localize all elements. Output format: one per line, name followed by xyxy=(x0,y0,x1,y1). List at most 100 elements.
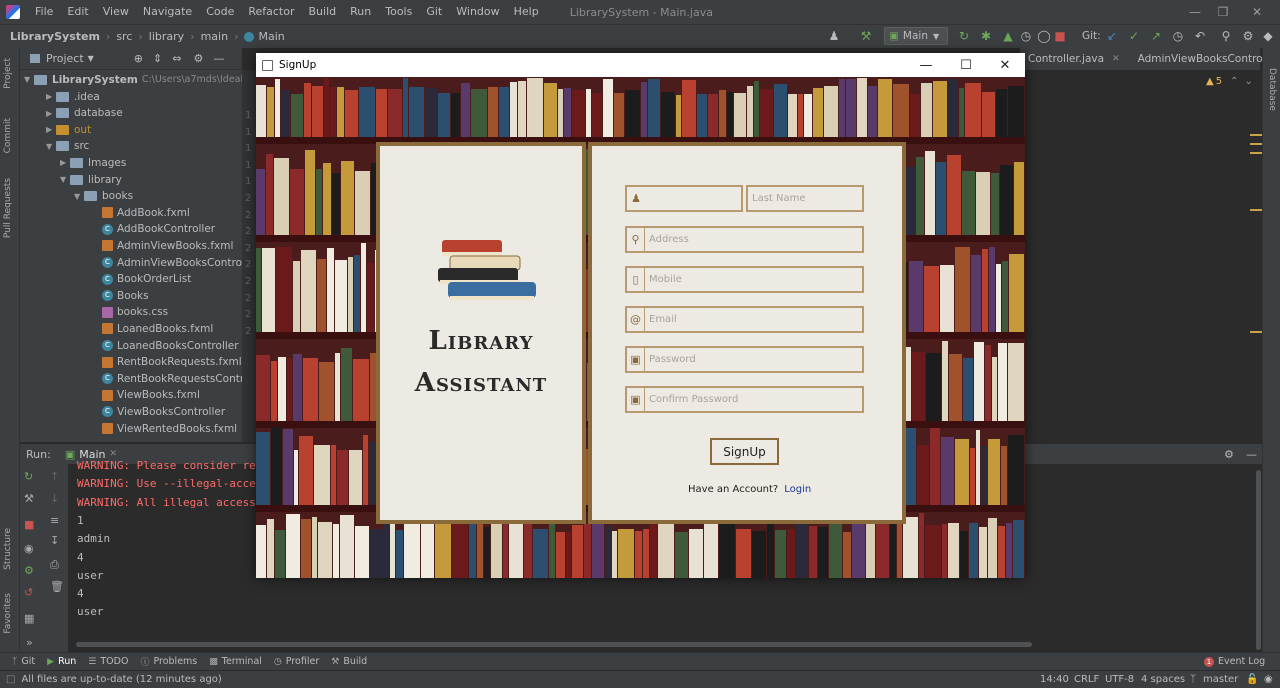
user-icon[interactable]: ♟ xyxy=(826,28,842,44)
camera-icon[interactable]: ◉ xyxy=(24,542,34,555)
tree-item[interactable]: ▼ books xyxy=(74,188,133,205)
stop-icon[interactable]: ■ xyxy=(1052,28,1068,44)
rerun-icon[interactable]: ↻ xyxy=(24,470,33,483)
debug-icon[interactable]: ✱ xyxy=(978,28,994,44)
file-encoding[interactable]: UTF-8 xyxy=(1105,674,1134,685)
status-message[interactable]: All files are up-to-date (12 minutes ago… xyxy=(21,674,221,685)
menu-git[interactable]: Git xyxy=(419,0,449,24)
chevron-up-icon[interactable]: ⌃ xyxy=(1230,76,1238,87)
exit-icon[interactable]: ↺ xyxy=(24,586,33,599)
commit-tool-tab[interactable]: Commit xyxy=(3,118,13,153)
settings-gear-icon[interactable]: ⚙ xyxy=(1224,448,1234,461)
menu-edit[interactable]: Edit xyxy=(60,0,95,24)
hide-panel-icon[interactable]: — xyxy=(1246,448,1257,461)
tree-item[interactable]: C RentBookRequestsController xyxy=(92,370,267,387)
build-hammer-icon[interactable]: ⚒ xyxy=(858,28,874,44)
address-field[interactable]: ⚲ Address xyxy=(625,226,864,253)
collapse-all-icon[interactable]: ⇔ xyxy=(172,52,181,65)
rollback-icon[interactable]: ↶ xyxy=(1192,28,1208,44)
minimize-icon[interactable]: — xyxy=(906,53,946,77)
database-tool-tab[interactable]: Database xyxy=(1267,68,1277,111)
menu-help[interactable]: Help xyxy=(507,0,546,24)
tree-item[interactable]: AdminViewBooks.fxml xyxy=(92,237,233,254)
tree-item[interactable]: C BookOrderList xyxy=(92,271,191,288)
breadcrumb-library[interactable]: library xyxy=(149,30,184,43)
wrench-icon[interactable]: ⚒ xyxy=(24,492,34,505)
tree-item[interactable]: books.css xyxy=(92,304,168,321)
tab-terminal[interactable]: ▩ Terminal xyxy=(209,656,262,667)
soft-wrap-icon[interactable]: ≡ xyxy=(50,514,59,527)
tree-root[interactable]: ▼ LibrarySystem C:\Users\a7mds\IdeaPro..… xyxy=(24,71,264,88)
last-name-field[interactable]: Last Name xyxy=(746,185,864,212)
lock-icon[interactable]: 🔓 xyxy=(1246,674,1258,685)
profile-icon[interactable]: ◷ xyxy=(1018,28,1034,44)
close-icon[interactable]: ✕ xyxy=(1240,0,1274,24)
tab-build[interactable]: ⚒ Build xyxy=(331,656,367,667)
menu-build[interactable]: Build xyxy=(302,0,344,24)
tab-git[interactable]: ᛉ Git xyxy=(12,656,35,667)
menu-tools[interactable]: Tools xyxy=(378,0,419,24)
warnings-indicator[interactable]: ▲ 5 ⌃ ⌄ xyxy=(1206,76,1253,87)
close-icon[interactable]: ✕ xyxy=(985,53,1025,77)
tree-item[interactable]: C AddBookController xyxy=(92,221,215,238)
coverage-icon[interactable]: ▲ xyxy=(1000,28,1016,44)
tree-item[interactable]: ▶ Images xyxy=(60,154,126,171)
structure-tool-tab[interactable]: Structure xyxy=(3,528,13,570)
caret-position[interactable]: 14:40 xyxy=(1040,674,1069,685)
stop-icon[interactable]: ■ xyxy=(24,518,34,531)
signup-button[interactable]: SignUp xyxy=(710,438,779,465)
login-link[interactable]: Login xyxy=(784,484,811,495)
print-icon[interactable]: ⎙ xyxy=(50,558,59,572)
pin-icon[interactable]: ▦ xyxy=(24,612,34,625)
menu-window[interactable]: Window xyxy=(449,0,506,24)
indent-setting[interactable]: 4 spaces xyxy=(1141,674,1185,685)
tree-item[interactable]: ▼ library xyxy=(60,171,122,188)
tab-run[interactable]: ▶ Run xyxy=(47,656,76,667)
tree-item[interactable]: C AdminViewBooksController xyxy=(92,254,259,271)
expand-all-icon[interactable]: ⇕ xyxy=(153,52,162,65)
password-field[interactable]: ▣ Password xyxy=(625,346,864,373)
tree-item[interactable]: ViewRentedBooks.fxml xyxy=(92,420,237,437)
rerun-icon[interactable]: ↻ xyxy=(956,28,972,44)
tree-item[interactable]: C Books xyxy=(92,287,149,304)
tab-admin-view-books[interactable]: AdminViewBooksContro xyxy=(1130,53,1271,65)
maximize-icon[interactable]: ☐ xyxy=(946,53,986,77)
status-icon[interactable]: □ xyxy=(6,674,15,685)
chevron-down-icon[interactable]: ⌄ xyxy=(1244,76,1252,87)
tree-item[interactable]: C LoanedBooksController xyxy=(92,337,239,354)
git-update-icon[interactable]: ↙ xyxy=(1104,28,1120,44)
menu-navigate[interactable]: Navigate xyxy=(136,0,199,24)
git-branch[interactable]: master xyxy=(1203,674,1238,685)
tab-profiler[interactable]: ◷ Profiler xyxy=(274,656,319,667)
breadcrumb-main-class[interactable]: Main xyxy=(258,30,284,43)
breadcrumb-src[interactable]: src xyxy=(116,30,132,43)
tree-item[interactable]: ▶ .idea xyxy=(46,88,100,105)
locate-icon[interactable]: ⊕ xyxy=(134,52,143,65)
git-commit-icon[interactable]: ✓ xyxy=(1126,28,1142,44)
close-tab-icon[interactable]: ✕ xyxy=(109,449,117,459)
breadcrumb-main-package[interactable]: main xyxy=(201,30,228,43)
down-arrow-icon[interactable]: ↓ xyxy=(50,492,59,505)
email-field[interactable]: @ Email xyxy=(625,306,864,333)
console-scrollbar[interactable] xyxy=(76,642,1032,647)
tree-item[interactable]: ViewBooks.fxml xyxy=(92,387,200,404)
hide-panel-icon[interactable]: — xyxy=(213,52,224,65)
tree-item[interactable]: ▶ out xyxy=(46,121,91,138)
menu-file[interactable]: File xyxy=(28,0,60,24)
line-separator[interactable]: CRLF xyxy=(1074,674,1099,685)
breadcrumb-project[interactable]: LibrarySystem xyxy=(10,30,100,43)
memory-icon[interactable]: ◉ xyxy=(1264,674,1273,685)
pull-requests-tool-tab[interactable]: Pull Requests xyxy=(3,178,13,238)
settings-gear-icon[interactable]: ⚙ xyxy=(193,52,203,65)
trash-icon[interactable]: 🗑 xyxy=(50,580,64,593)
tab-controller[interactable]: Controller.java xyxy=(1020,53,1112,65)
tree-item[interactable]: ▼ src xyxy=(46,138,89,155)
chevron-down-icon[interactable]: ▼ xyxy=(88,54,94,63)
tree-item[interactable]: LoanedBooks.fxml xyxy=(92,320,213,337)
menu-code[interactable]: Code xyxy=(199,0,241,24)
more-icon[interactable]: » xyxy=(26,636,33,649)
git-push-icon[interactable]: ↗ xyxy=(1148,28,1164,44)
restore-icon[interactable]: ❐ xyxy=(1206,0,1240,24)
tab-todo[interactable]: ☰ TODO xyxy=(88,656,128,667)
menu-run[interactable]: Run xyxy=(343,0,378,24)
